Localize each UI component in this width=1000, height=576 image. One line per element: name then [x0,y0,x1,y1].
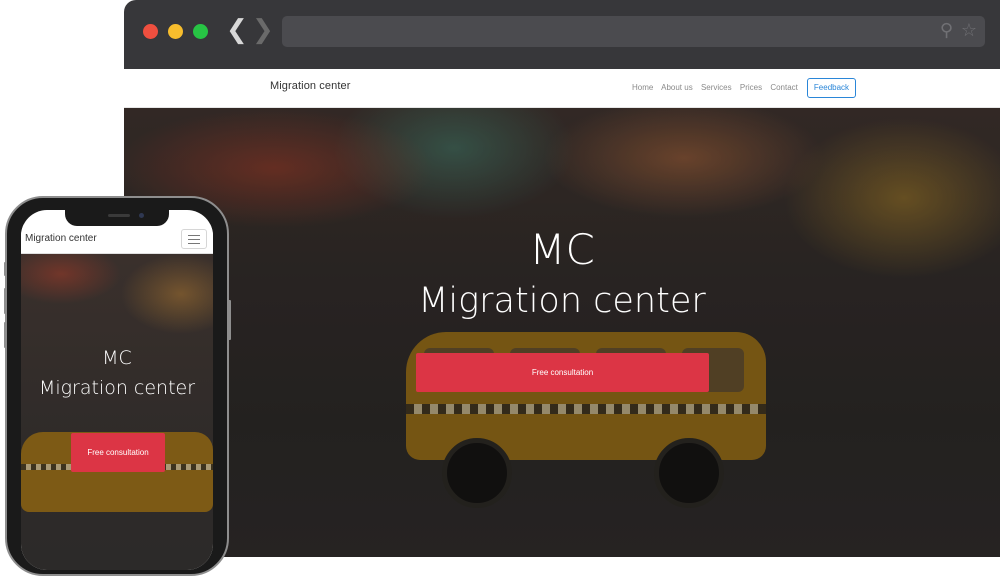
address-bar[interactable]: ⚲ ☆ [282,16,985,47]
window-maximize-button[interactable] [193,24,208,39]
mobile-navbar: Migration center [21,224,213,254]
hero-overlay [124,108,1000,557]
site-navbar: Migration center Home About us Services … [124,69,1000,108]
feedback-button[interactable]: Feedback [807,78,856,98]
phone-screen: Migration center MC Migration center Fre… [21,210,213,570]
phone-camera [139,213,144,218]
phone-notch [65,210,169,226]
mobile-hero-subtitle: Migration center [38,377,196,399]
hamburger-icon[interactable] [181,229,207,249]
mobile-free-consultation-button[interactable]: Free consultation [71,433,165,472]
site-menu: Home About us Services Prices Contact [632,83,804,92]
hero-title: MC [529,225,595,274]
search-icon[interactable]: ⚲ [940,20,953,42]
hero-subtitle: Migration center [418,281,706,321]
chevron-left-icon[interactable]: ❮ [226,15,248,45]
menu-item-prices[interactable]: Prices [740,83,762,92]
window-minimize-button[interactable] [168,24,183,39]
hero-section: MC Migration center Free consultation [124,108,1000,557]
phone-speaker [108,214,130,217]
mobile-brand[interactable]: Migration center [25,233,97,244]
star-icon[interactable]: ☆ [961,20,977,42]
site-brand[interactable]: Migration center [270,80,350,92]
menu-item-services[interactable]: Services [701,83,732,92]
mobile-hero-section: MC Migration center Free consultation [21,254,213,570]
menu-item-contact[interactable]: Contact [770,83,798,92]
mobile-hero-title: MC [102,347,132,369]
window-close-button[interactable] [143,24,158,39]
chevron-right-icon[interactable]: ❯ [252,15,274,45]
menu-item-home[interactable]: Home [632,83,653,92]
menu-item-about[interactable]: About us [661,83,693,92]
phone-mockup: Migration center MC Migration center Fre… [5,196,229,576]
free-consultation-button[interactable]: Free consultation [416,353,709,392]
browser-toolbar: ❮ ❯ ⚲ ☆ [124,0,1000,69]
desktop-browser-mockup: ❮ ❯ ⚲ ☆ Migration center Home About us S… [124,0,1000,557]
